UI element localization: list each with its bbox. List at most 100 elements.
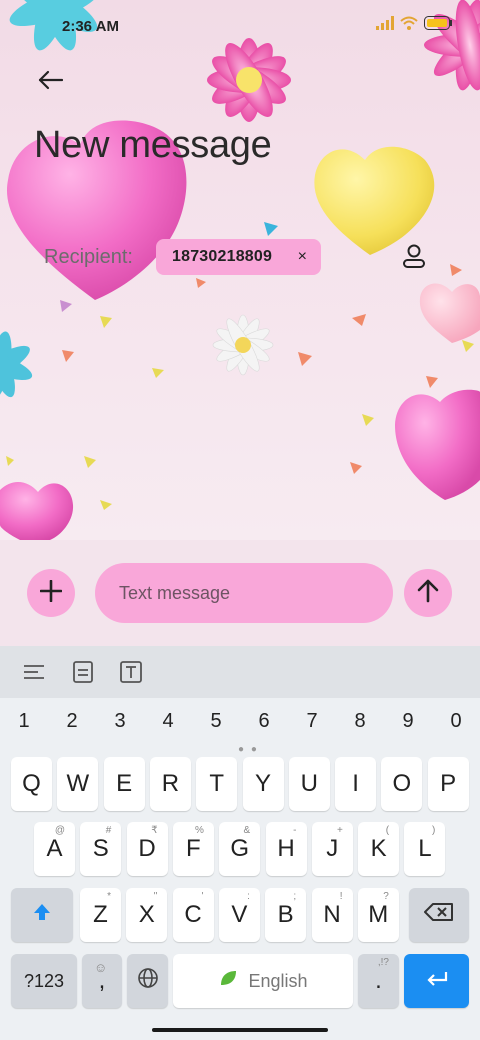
key-l[interactable]: L) <box>404 822 446 876</box>
key-j[interactable]: J + <box>311 822 353 876</box>
language-key[interactable] <box>127 954 168 1008</box>
key-l-hint: ) <box>432 825 436 836</box>
number-row: 1234567890 <box>0 706 480 740</box>
key-f-label: F <box>186 835 201 862</box>
number-key-0[interactable]: 0 <box>436 710 476 733</box>
key-b[interactable]: B; <box>265 888 307 942</box>
key-c-label: C <box>184 901 202 928</box>
key-a-label: A <box>46 835 63 862</box>
key-g-label: G <box>230 835 250 862</box>
lines-icon[interactable] <box>22 660 46 684</box>
recipient-chip[interactable]: 18730218809 × <box>156 239 321 275</box>
number-key-2[interactable]: 2 <box>52 710 92 733</box>
key-g[interactable]: G & <box>219 822 261 876</box>
key-p[interactable]: P <box>427 757 469 811</box>
key-a[interactable]: A @ <box>34 822 75 876</box>
status-icons <box>376 16 452 35</box>
close-icon[interactable]: × <box>298 248 307 266</box>
space-key-label: English <box>248 970 308 991</box>
key-t[interactable]: T <box>196 757 238 811</box>
home-indicator[interactable] <box>152 1028 328 1032</box>
key-n[interactable]: N! <box>311 888 353 942</box>
key-v-label: V <box>231 901 248 928</box>
key-y[interactable]: Y <box>242 757 284 811</box>
key-q-label: Q <box>22 770 41 797</box>
key-m-label: M <box>368 901 389 928</box>
shift-key[interactable] <box>11 888 73 942</box>
space-key[interactable]: English <box>173 954 353 1008</box>
shift-arrow-icon <box>31 901 53 930</box>
send-button[interactable] <box>404 569 452 617</box>
key-i-label: I <box>352 770 359 797</box>
key-r[interactable]: R <box>149 757 191 811</box>
number-key-9[interactable]: 9 <box>388 710 428 733</box>
key-l-label: L <box>418 835 432 862</box>
key-n-label: N <box>323 901 341 928</box>
message-input[interactable] <box>95 563 393 623</box>
key-s[interactable]: S # <box>80 822 122 876</box>
enter-icon <box>425 967 449 995</box>
key-i[interactable]: I <box>335 757 377 811</box>
plus-icon <box>39 579 63 607</box>
key-z-label: Z <box>93 901 108 928</box>
period-key[interactable]: .,!? <box>358 954 399 1008</box>
key-d[interactable]: D ₹ <box>126 822 168 876</box>
key-f[interactable]: F% <box>172 822 214 876</box>
key-u[interactable]: U <box>288 757 330 811</box>
key-w[interactable]: W <box>57 757 99 811</box>
key-k[interactable]: K( <box>358 822 400 876</box>
symbols-key-label: ?123 <box>23 970 65 991</box>
globe-icon <box>137 967 159 996</box>
enter-key[interactable] <box>404 954 469 1008</box>
key-b-label: B <box>277 901 294 928</box>
backspace-key[interactable] <box>409 888 469 942</box>
key-c-hint: ' <box>201 891 204 902</box>
key-s-label: S <box>92 835 109 862</box>
key-e-label: E <box>116 770 133 797</box>
symbols-key[interactable]: ?123 <box>11 954 77 1008</box>
text-box-icon[interactable] <box>119 660 143 684</box>
key-e[interactable]: E <box>103 757 145 811</box>
contact-picker-button[interactable] <box>394 238 434 278</box>
key-z[interactable]: Z * <box>80 888 121 942</box>
number-key-6[interactable]: 6 <box>244 710 284 733</box>
clipboard-icon[interactable] <box>71 660 95 684</box>
key-x-hint: " <box>153 891 158 902</box>
key-h[interactable]: H- <box>265 822 307 876</box>
key-a-hint: @ <box>54 825 65 836</box>
key-y-label: Y <box>254 770 271 797</box>
arrow-left-icon <box>37 70 64 95</box>
compose-bar <box>0 540 480 646</box>
number-key-4[interactable]: 4 <box>148 710 188 733</box>
key-x-label: X <box>138 901 155 928</box>
recipient-chip-value: 18730218809 <box>172 248 273 265</box>
status-bar: 2:36 AM <box>0 0 480 54</box>
key-p-label: P <box>440 770 457 797</box>
key-x[interactable]: X " <box>126 888 168 942</box>
key-o[interactable]: O <box>381 757 423 811</box>
number-key-5[interactable]: 5 <box>196 710 236 733</box>
back-button[interactable] <box>28 62 72 102</box>
key-z-hint: * <box>107 891 111 902</box>
key-q[interactable]: Q <box>11 757 52 811</box>
leaf-icon <box>218 967 238 995</box>
key-d-hint: ₹ <box>151 825 158 836</box>
backspace-icon <box>424 901 454 929</box>
number-key-8[interactable]: 8 <box>340 710 380 733</box>
comma-key[interactable]: ☺, <box>82 954 122 1008</box>
number-key-3[interactable]: 3 <box>100 710 140 733</box>
key-h-label: H <box>277 835 295 862</box>
key-v-hint: : <box>247 891 250 902</box>
attach-button[interactable] <box>27 569 75 617</box>
key-m[interactable]: M? <box>357 888 399 942</box>
recipient-label: Recipient: <box>44 246 133 268</box>
key-k-label: K <box>370 835 387 862</box>
key-u-label: U <box>300 770 318 797</box>
status-time: 2:36 AM <box>62 18 119 35</box>
number-key-1[interactable]: 1 <box>4 710 44 733</box>
key-b-hint: ; <box>293 891 297 902</box>
number-key-7[interactable]: 7 <box>292 710 332 733</box>
key-r-label: R <box>161 770 180 797</box>
key-c[interactable]: C ' <box>172 888 214 942</box>
key-v[interactable]: V: <box>218 888 260 942</box>
